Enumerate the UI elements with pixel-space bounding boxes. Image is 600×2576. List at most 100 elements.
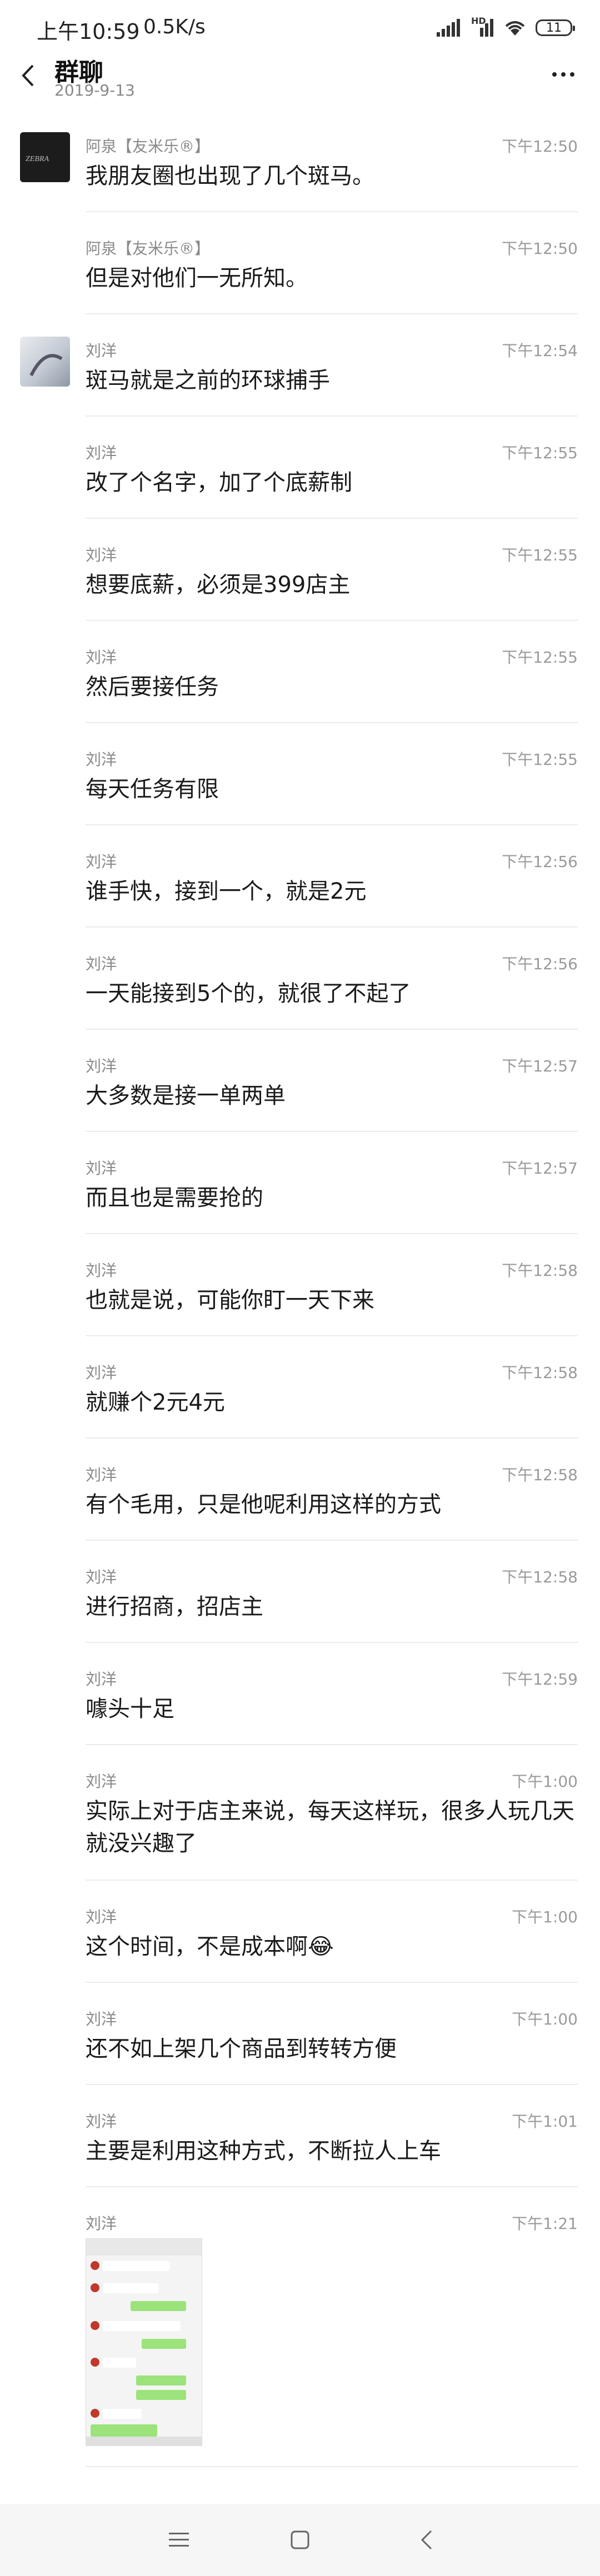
laughing-tears-emoji-icon: 😂 <box>308 1934 334 1959</box>
message-time: 下午12:56 <box>502 853 578 871</box>
message-sender: 刘洋 <box>86 648 117 666</box>
message-text: 但是对他们一无所知。 <box>86 265 308 291</box>
message-sender: 刘洋 <box>86 546 117 564</box>
message-divider <box>86 2466 578 2467</box>
status-bar: 上午10:59 0.5K/s HD 11 <box>0 0 600 53</box>
home-button[interactable] <box>283 2523 317 2557</box>
message-time: 下午12:57 <box>502 1159 578 1177</box>
message-time: 下午12:58 <box>502 1568 578 1586</box>
battery-icon: 11 <box>536 19 575 36</box>
message-sender: 刘洋 <box>86 1568 117 1586</box>
message-text: 也就是说，可能你盯一天下来 <box>86 1287 374 1313</box>
message-text: 噱头十足 <box>86 1696 174 1722</box>
message-time: 下午12:56 <box>502 955 578 973</box>
message-sender: 刘洋 <box>86 1670 117 1688</box>
message-sender: 刘洋 <box>86 1772 117 1791</box>
more-button[interactable] <box>541 63 586 86</box>
avatar[interactable] <box>20 337 70 387</box>
message-divider <box>86 211 578 212</box>
message-sender: 刘洋 <box>86 444 117 462</box>
message-divider <box>86 415 578 417</box>
system-navigation-bar <box>0 2504 600 2576</box>
message-divider <box>86 1540 578 1541</box>
message-text: 改了个名字，加了个底薪制 <box>86 470 352 495</box>
message-divider <box>86 313 578 314</box>
message-time: 下午12:58 <box>502 1261 578 1280</box>
more-dots-icon <box>552 72 557 77</box>
svg-text:ZEBRA: ZEBRA <box>26 155 49 163</box>
message-text: 主要是利用这种方式，不断拉人上车 <box>86 2138 441 2164</box>
message-time: 下午1:00 <box>512 2010 578 2028</box>
message-text: 然后要接任务 <box>86 674 219 700</box>
message-time: 下午12:55 <box>502 546 578 564</box>
message-time: 下午12:55 <box>502 444 578 462</box>
message-divider <box>86 824 578 825</box>
message-text: 我朋友圈也出现了几个斑马。 <box>86 163 374 189</box>
message-sender: 刘洋 <box>86 1466 117 1484</box>
network-speed: 0.5K/s <box>143 16 206 38</box>
message-time: 下午12:55 <box>502 750 578 769</box>
message-time: 下午12:50 <box>502 239 578 258</box>
message-text: 大多数是接一单两单 <box>86 1083 286 1109</box>
message-text: 就赚个2元4元 <box>86 1390 225 1415</box>
message-sender: 刘洋 <box>86 342 117 360</box>
square-icon <box>291 2530 309 2549</box>
menu-icon <box>169 2533 189 2547</box>
message-time: 下午1:01 <box>512 2112 578 2131</box>
message-text-container: 这个时间，不是成本啊😂 <box>86 1931 574 1963</box>
message-divider <box>86 1744 578 1745</box>
signal-icon <box>437 19 460 37</box>
message-divider <box>86 722 578 723</box>
avatar[interactable]: ZEBRA <box>20 132 70 182</box>
message-text: 有个毛用，只是他呢利用这样的方式 <box>86 1492 441 1517</box>
message-divider <box>86 620 578 621</box>
message-text: 谁手快，接到一个，就是2元 <box>86 879 367 904</box>
message-sender: 刘洋 <box>86 955 117 973</box>
message-time: 下午12:58 <box>502 1364 578 1382</box>
message-time: 下午12:54 <box>502 342 578 360</box>
message-text: 想要底薪，必须是399店主 <box>86 572 351 598</box>
recent-apps-button[interactable] <box>162 2523 196 2557</box>
message-divider <box>86 1233 578 1234</box>
message-sender: 刘洋 <box>86 2112 117 2131</box>
message-time: 下午12:58 <box>502 1466 578 1484</box>
message-time: 下午12:55 <box>502 648 578 666</box>
message-text: 这个时间，不是成本啊 <box>86 1934 308 1959</box>
message-divider <box>86 518 578 519</box>
chat-screenshot-thumbnail[interactable] <box>86 2238 202 2446</box>
message-text: 而且也是需要抢的 <box>86 1185 263 1211</box>
message-divider <box>86 2186 578 2187</box>
chevron-left-icon <box>22 64 34 87</box>
hd-label: HD <box>471 16 486 26</box>
back-button[interactable] <box>11 53 44 98</box>
message-text: 实际上对于店主来说，每天这样玩，很多人玩几天就没兴趣了 <box>86 1798 574 1856</box>
hd-signal-icon: HD <box>470 16 494 37</box>
message-time: 下午12:57 <box>502 1057 578 1075</box>
message-sender: 刘洋 <box>86 1261 117 1280</box>
wifi-icon <box>505 21 525 36</box>
message-sender: 刘洋 <box>86 750 117 769</box>
message-sender: 刘洋 <box>86 2214 117 2233</box>
status-time: 上午10:59 <box>37 19 140 44</box>
message-time: 下午12:50 <box>502 137 578 156</box>
chat-header: 群聊 2019-9-13 <box>0 53 600 109</box>
back-nav-button[interactable] <box>410 2523 443 2557</box>
message-text: 进行招商，招店主 <box>86 1594 263 1620</box>
back-triangle-icon <box>421 2530 432 2550</box>
chat-date: 2019-9-13 <box>54 81 135 99</box>
message-divider <box>86 1335 578 1336</box>
message-divider <box>86 926 578 928</box>
message-sender: 刘洋 <box>86 1364 117 1382</box>
message-time: 下午1:21 <box>512 2214 578 2233</box>
message-text: 每天任务有限 <box>86 776 219 802</box>
battery-level: 11 <box>546 21 562 35</box>
message-divider <box>86 1437 578 1439</box>
message-sender: 刘洋 <box>86 1057 117 1075</box>
message-time: 下午12:59 <box>502 1670 578 1688</box>
message-sender: 刘洋 <box>86 1908 117 1926</box>
message-text: 斑马就是之前的环球捕手 <box>86 368 330 393</box>
message-divider <box>86 2084 578 2085</box>
message-divider <box>86 1642 578 1643</box>
message-time: 下午1:00 <box>512 1908 578 1926</box>
message-text: 还不如上架几个商品到转转方便 <box>86 2036 397 2062</box>
